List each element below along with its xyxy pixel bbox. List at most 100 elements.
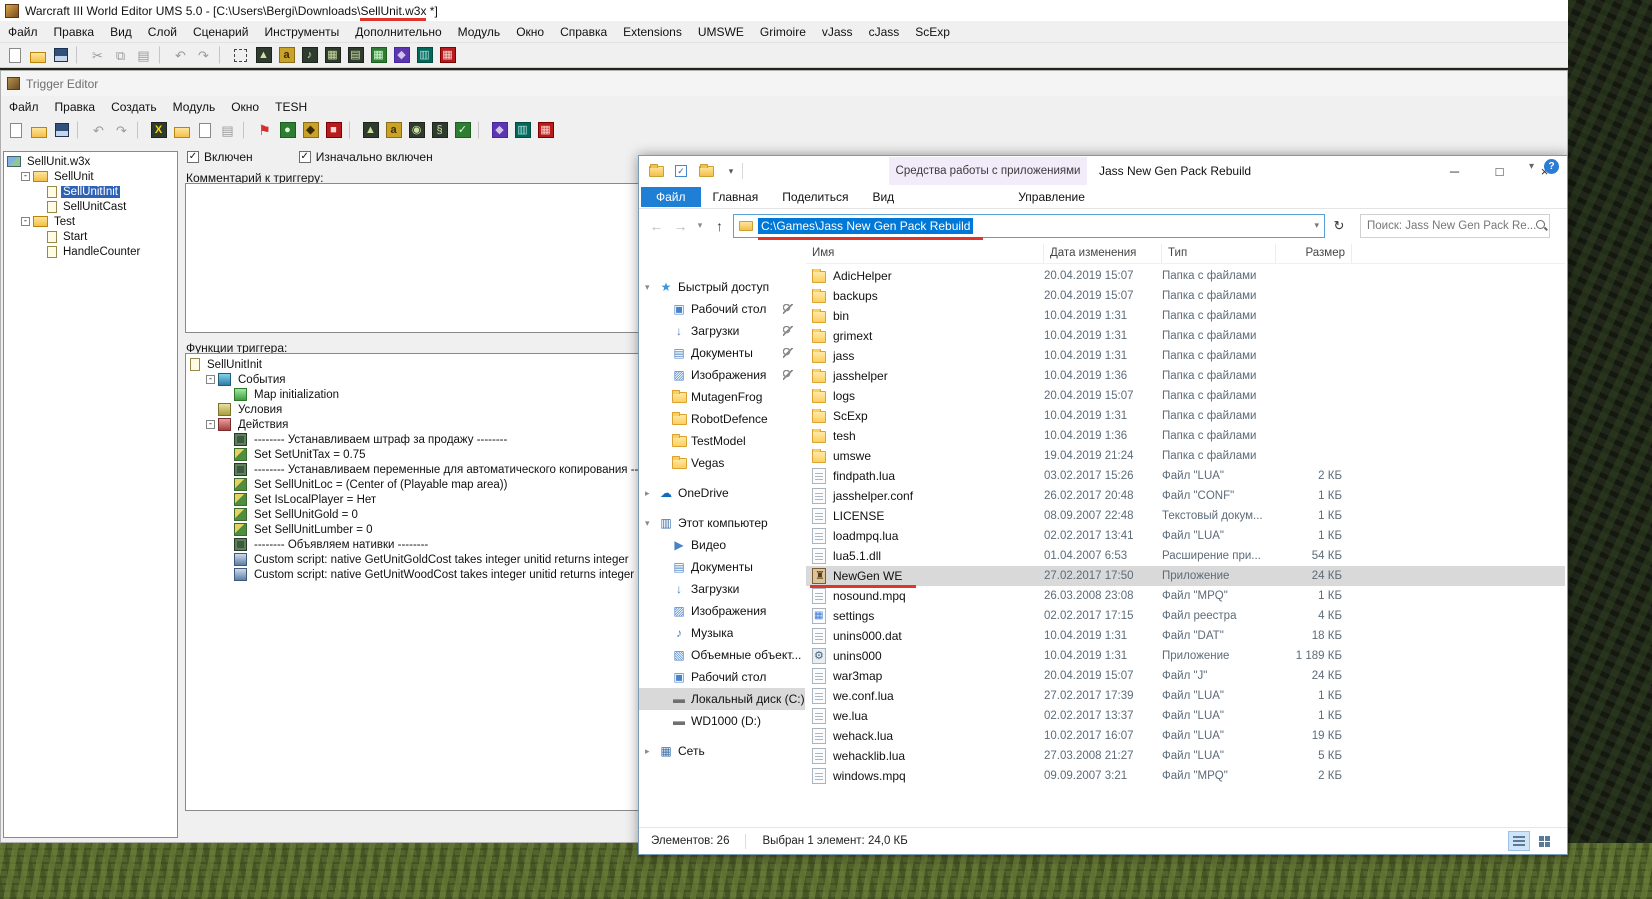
file-row-jasshelper[interactable]: jasshelper 10.04.2019 1:36 Папка с файла… (806, 366, 1565, 386)
tree-expander-icon[interactable] (222, 525, 231, 534)
menu-item[interactable]: cJass (861, 22, 908, 42)
sidebar-item-onedrive[interactable]: ▸ ☁ OneDrive (639, 482, 805, 504)
minimize-button[interactable]: ─ (1432, 156, 1477, 186)
thumbnails-view-button[interactable] (1533, 831, 1555, 851)
file-row-wehack-lua[interactable]: wehack.lua 10.02.2017 16:07 Файл "LUA" 1… (806, 726, 1565, 746)
address-dropdown-icon[interactable]: ▾ (1314, 220, 1319, 231)
func-comment-1[interactable]: -------- Устанавливаем штраф за продажу … (186, 432, 640, 447)
qat-properties-icon[interactable]: ✓ (672, 162, 690, 180)
func-comment-2[interactable]: -------- Устанавливаем переменные для ав… (186, 462, 640, 477)
menu-item[interactable]: Модуль (450, 22, 509, 42)
sidebar-item-disk-c[interactable]: ▬ Локальный диск (C:) (639, 688, 805, 710)
sidebar-item-network[interactable]: ▸ ▦ Сеть (639, 740, 805, 762)
new-icon[interactable] (5, 120, 26, 141)
refresh-icon[interactable]: ↻ (1328, 218, 1350, 234)
menu-item[interactable]: vJass (814, 22, 861, 42)
tree-item-sellunitinit[interactable]: SellUnitInit (4, 184, 177, 199)
paste-icon[interactable]: ▤ (133, 45, 154, 66)
func-script-woodcost[interactable]: Custom script: native GetUnitWoodCost ta… (186, 567, 640, 582)
menu-item[interactable]: Окно (223, 97, 267, 117)
open-icon[interactable] (28, 120, 49, 141)
tree-expander-icon[interactable] (222, 390, 231, 399)
ribbon-collapse-icon[interactable]: ▾ (1529, 161, 1534, 172)
campaign-editor-icon[interactable]: ▤ (345, 45, 366, 66)
menu-item[interactable]: ScExp (907, 22, 958, 42)
file-row-lua5-1-dll[interactable]: lua5.1.dll 01.04.2007 6:53 Расширение пр… (806, 546, 1565, 566)
sidebar-item-robotdefence[interactable]: RobotDefence (639, 408, 805, 430)
trigger-flag-icon[interactable]: ⚑ (254, 120, 275, 141)
sidebar-item-music[interactable]: ♪ Музыка (639, 622, 805, 644)
expander-icon[interactable]: ▸ (645, 746, 657, 757)
sidebar-item-disk-d[interactable]: ▬ WD1000 (D:) (639, 710, 805, 732)
tab-view[interactable]: Вид (860, 187, 906, 207)
tree-expander-icon[interactable] (35, 202, 44, 211)
file-row-unins000[interactable]: unins000 10.04.2019 1:31 Приложение 1 18… (806, 646, 1565, 666)
forward-button[interactable]: → (670, 218, 691, 234)
tree-expander-icon[interactable] (35, 187, 44, 196)
open-map-icon[interactable] (27, 45, 48, 66)
terrain-editor-icon[interactable]: ▲ (253, 45, 274, 66)
menu-item[interactable]: Создать (103, 97, 165, 117)
tree-expander-icon[interactable] (222, 570, 231, 579)
tree-expander-icon[interactable] (222, 465, 231, 474)
tree-folder-test[interactable]: - Test (4, 214, 177, 229)
tree-folder-sellunit[interactable]: - SellUnit (4, 169, 177, 184)
func-set-sellunitgold[interactable]: Set SellUnitGold = 0 (186, 507, 640, 522)
tree-expander-icon[interactable] (222, 495, 231, 504)
func-script-goldcost[interactable]: Custom script: native GetUnitGoldCost ta… (186, 552, 640, 567)
menu-item[interactable]: UMSWE (690, 22, 752, 42)
sidebar-item-documents[interactable]: ▤ Документы (639, 342, 805, 364)
syntax-check-icon[interactable]: ✓ (452, 120, 473, 141)
menu-item[interactable]: Модуль (165, 97, 224, 117)
func-event-map-init[interactable]: Map initialization (186, 387, 640, 402)
file-row-license[interactable]: LICENSE 08.09.2007 22:48 Текстовый докум… (806, 506, 1565, 526)
back-button[interactable]: ← (646, 218, 667, 234)
undo-icon[interactable]: ↶ (170, 45, 191, 66)
new-condition-icon[interactable]: ◆ (300, 120, 321, 141)
qat-customize-icon[interactable]: ▾ (722, 162, 740, 180)
sidebar-item-3d-objects[interactable]: ▧ Объемные объект... (639, 644, 805, 666)
column-header-size[interactable]: Размер (1276, 244, 1352, 263)
find-icon[interactable]: ◉ (406, 120, 427, 141)
file-row-grimext[interactable]: grimext 10.04.2019 1:31 Папка с файлами (806, 326, 1565, 346)
menu-item[interactable]: Справка (552, 22, 615, 42)
text-strings-icon[interactable]: a (276, 45, 297, 66)
file-row-unins000-dat[interactable]: unins000.dat 10.04.2019 1:31 Файл "DAT" … (806, 626, 1565, 646)
file-row-scexp[interactable]: ScExp 10.04.2019 1:31 Папка с файлами (806, 406, 1565, 426)
selection-tool-icon[interactable] (230, 45, 251, 66)
column-header-name[interactable]: Имя (806, 244, 1044, 263)
new-action-icon[interactable]: ■ (323, 120, 344, 141)
module-b-icon[interactable]: ▥ (512, 120, 533, 141)
menu-item[interactable]: Файл (0, 22, 46, 42)
file-row-tesh[interactable]: tesh 10.04.2019 1:36 Папка с файлами (806, 426, 1565, 446)
run-icon[interactable]: ▲ (360, 120, 381, 141)
help-icon[interactable]: ? (1544, 159, 1559, 174)
sidebar-item-testmodel[interactable]: TestModel (639, 430, 805, 452)
address-path-selected[interactable]: C:\Games\Jass New Gen Pack Rebuild (758, 217, 984, 240)
trigger-editor-icon[interactable]: ▦ (368, 45, 389, 66)
file-row-settings[interactable]: settings 02.02.2017 17:15 Файл реестра 4… (806, 606, 1565, 626)
column-header-date[interactable]: Дата изменения (1044, 244, 1162, 263)
qat-new-folder-icon[interactable] (697, 162, 715, 180)
maximize-button[interactable]: □ (1477, 156, 1522, 186)
menu-item[interactable]: Сценарий (185, 22, 256, 42)
sidebar-item-downloads-2[interactable]: ↓ Загрузки (639, 578, 805, 600)
tree-expander-icon[interactable] (222, 480, 231, 489)
sidebar-item-videos[interactable]: ▶ Видео (639, 534, 805, 556)
new-map-icon[interactable] (4, 45, 25, 66)
menu-item[interactable]: Дополнительно (347, 22, 449, 42)
file-row-umswe[interactable]: umswe 19.04.2019 21:24 Папка с файлами (806, 446, 1565, 466)
tree-item-start[interactable]: Start (4, 229, 177, 244)
file-row-wehacklib-lua[interactable]: wehacklib.lua 27.03.2008 21:27 Файл "LUA… (806, 746, 1565, 766)
file-row-loadmpq-lua[interactable]: loadmpq.lua 02.02.2017 13:41 Файл "LUA" … (806, 526, 1565, 546)
search-icon[interactable] (1536, 219, 1548, 232)
tree-expander-icon[interactable]: - (206, 375, 215, 384)
func-comment-3[interactable]: -------- Объявляем нативки -------- (186, 537, 640, 552)
sidebar-item-desktop-2[interactable]: ▣ Рабочий стол (639, 666, 805, 688)
search-input[interactable]: Поиск: Jass New Gen Pack Re... (1360, 213, 1550, 238)
sound-editor-icon[interactable]: ♪ (299, 45, 320, 66)
func-conditions[interactable]: Условия (186, 402, 640, 417)
sidebar-item-downloads[interactable]: ↓ Загрузки (639, 320, 805, 342)
menu-item[interactable]: Extensions (615, 22, 690, 42)
address-bar[interactable]: C:\Games\Jass New Gen Pack Rebuild ▾ (733, 213, 1325, 240)
